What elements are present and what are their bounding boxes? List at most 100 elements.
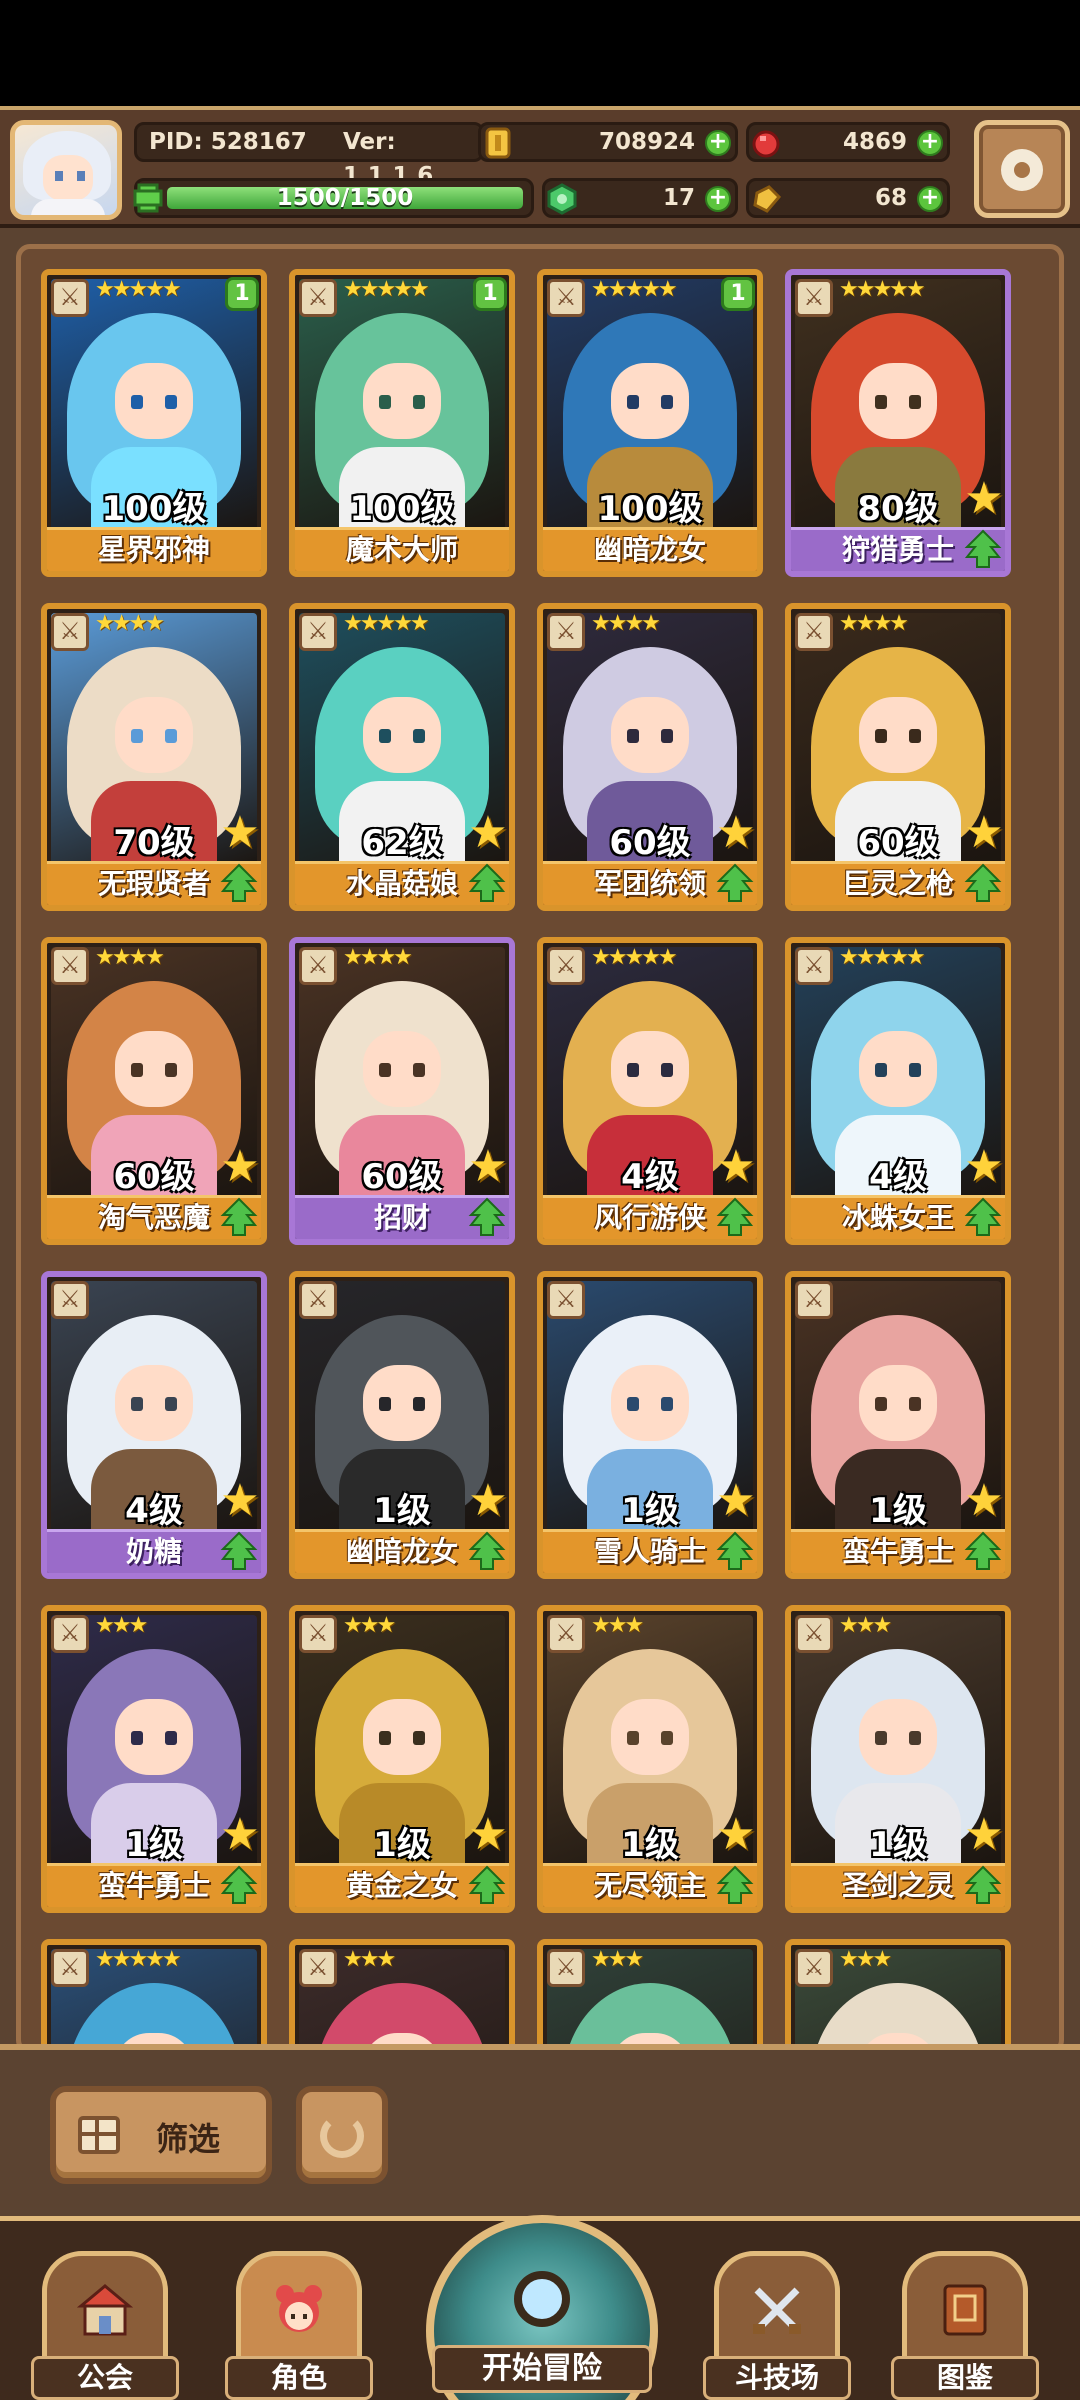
- gold-pouch-icon: [753, 185, 782, 213]
- refresh-icon: [320, 2114, 364, 2158]
- character-card[interactable]: ⚔ ★★★★★ 80级 狩猎勇士 ★: [785, 269, 1011, 577]
- ruby-value: 4869: [842, 129, 907, 155]
- add-item-button[interactable]: +: [917, 186, 943, 212]
- add-ruby-button[interactable]: +: [917, 130, 943, 156]
- character-card[interactable]: ⚔ ★★★★★ 1 100级 魔术大师: [289, 269, 515, 577]
- star-rating: ★★★★★: [95, 277, 182, 302]
- star-rating: ★★★★★: [591, 945, 678, 970]
- star-upgrade-icon: ★: [964, 1141, 1004, 1192]
- character-card[interactable]: ⚔ ★★★ 1级 黄金之女 ★: [289, 1605, 515, 1913]
- add-gold-button[interactable]: +: [705, 130, 731, 156]
- weapon-icon: ⚔: [795, 1281, 833, 1319]
- star-rating: ★★★★: [591, 611, 661, 636]
- nav-characters-label: 角色: [225, 2356, 373, 2400]
- star-rating: ★★★★★: [343, 611, 430, 636]
- star-rating: ★★★★: [95, 611, 165, 636]
- star-rating: ★★★★★: [343, 277, 430, 302]
- bow-icon: ⚔: [547, 947, 585, 985]
- nav-characters[interactable]: 角色: [225, 2251, 373, 2400]
- character-card[interactable]: ⚔ 1级 幽暗龙女 ★: [289, 1271, 515, 1579]
- star-upgrade-icon: ★: [220, 1141, 260, 1192]
- character-face-icon: [276, 2285, 322, 2332]
- star-upgrade-icon: ★: [468, 1475, 508, 1526]
- nav-arena-label: 斗技场: [703, 2356, 851, 2400]
- star-rating: ★★★: [839, 1947, 892, 1972]
- nav-start-adventure[interactable]: 开始冒险: [422, 2215, 662, 2400]
- character-card[interactable]: ⚔ ★★★: [289, 1939, 515, 2049]
- character-card[interactable]: ⚔ 1级 雪人骑士 ★: [537, 1271, 763, 1579]
- weapon-icon: ⚔: [299, 1615, 337, 1653]
- star-upgrade-icon: ★: [964, 807, 1004, 858]
- level-up-arrow-icon: [964, 1531, 1002, 1570]
- character-card[interactable]: ⚔ ★★★★★ 4级 风行游侠 ★: [537, 937, 763, 1245]
- weapon-icon: ⚔: [547, 1281, 585, 1319]
- character-card[interactable]: ⚔ ★★★: [785, 1939, 1011, 2049]
- star-rating: ★★★: [591, 1613, 644, 1638]
- character-card[interactable]: ⚔ ★★★★ 60级 巨灵之枪 ★: [785, 603, 1011, 911]
- filter-button[interactable]: 筛选: [50, 2086, 272, 2184]
- character-card[interactable]: ⚔ ★★★★ 70级 无瑕贤者 ★: [41, 603, 267, 911]
- character-grid[interactable]: ⚔ ★★★★★ 1 100级 星界邪神 ⚔ ★★★★★ 1 100级 魔术大师 ⚔ ★★★★★ 1 100…: [16, 244, 1064, 2054]
- star-rating: ★★★★: [839, 611, 909, 636]
- level-up-arrow-icon: [964, 529, 1002, 568]
- settings-button[interactable]: [974, 120, 1070, 218]
- level-up-arrow-icon: [468, 1197, 506, 1236]
- player-avatar[interactable]: [10, 120, 122, 220]
- status-bar: [0, 0, 1080, 106]
- nav-arena[interactable]: 斗技场: [703, 2251, 851, 2400]
- bow-icon: ⚔: [795, 947, 833, 985]
- character-level: 100级: [349, 489, 455, 529]
- character-card[interactable]: ⚔ 4级 奶糖 ★: [41, 1271, 267, 1579]
- gold-counter: 708924 +: [478, 122, 738, 162]
- weapon-icon: ⚔: [299, 1281, 337, 1319]
- weapon-icon: ⚔: [51, 279, 89, 317]
- add-gem-button[interactable]: +: [705, 186, 731, 212]
- stamina-icon: [133, 183, 163, 213]
- character-card[interactable]: ⚔ ★★★★★ 62级 水晶菇娘 ★: [289, 603, 515, 911]
- weapon-icon: ⚔: [547, 613, 585, 651]
- refresh-button[interactable]: [296, 2086, 388, 2184]
- character-card[interactable]: ⚔ ★★★★★: [41, 1939, 267, 2049]
- level-up-arrow-icon: [964, 863, 1002, 902]
- ruby-icon: [752, 130, 780, 158]
- nav-guild[interactable]: 公会: [31, 2251, 179, 2400]
- filter-label: 筛选: [156, 2120, 221, 2158]
- character-card[interactable]: ⚔ ★★★ 1级 无尽领主 ★: [537, 1605, 763, 1913]
- character-panel: ⚔ ★★★★★ 1 100级 星界邪神 ⚔ ★★★★★ 1 100级 魔术大师 ⚔ ★★★★★ 1 100…: [0, 228, 1080, 2058]
- character-card[interactable]: ⚔ ★★★★★ 1 100级 星界邪神: [41, 269, 267, 577]
- star-rating: ★★★: [839, 1613, 892, 1638]
- character-card[interactable]: ⚔ ★★★★★ 1 100级 幽暗龙女: [537, 269, 763, 577]
- star-rating: ★★★★: [95, 945, 165, 970]
- character-card[interactable]: ⚔ ★★★★ 60级 招财 ★: [289, 937, 515, 1245]
- character-card[interactable]: ⚔ ★★★★★ 4级 冰蛛女王 ★: [785, 937, 1011, 1245]
- magic-icon: ⚔: [299, 947, 337, 985]
- level-up-arrow-icon: [964, 1865, 1002, 1904]
- character-card[interactable]: ⚔ ★★★ 1级 圣剑之灵 ★: [785, 1605, 1011, 1913]
- star-upgrade-icon: ★: [468, 1141, 508, 1192]
- player-id: PID: 528167: [149, 129, 307, 155]
- character-card[interactable]: ⚔ ★★★★ 60级 淘气恶魔 ★: [41, 937, 267, 1245]
- level-up-arrow-icon: [716, 1531, 754, 1570]
- character-card[interactable]: ⚔ 1级 蛮牛勇士 ★: [785, 1271, 1011, 1579]
- weapon-icon: ⚔: [547, 279, 585, 317]
- level-up-arrow-icon: [964, 1197, 1002, 1236]
- stamina-bar: 1500/1500: [133, 178, 534, 218]
- gem-value: 17: [662, 185, 695, 211]
- nav-codex[interactable]: 图鉴: [891, 2251, 1039, 2400]
- character-name: 星界邪神: [47, 527, 261, 571]
- level-up-arrow-icon: [220, 1865, 258, 1904]
- character-card[interactable]: ⚔ ★★★★ 60级 军团统领 ★: [537, 603, 763, 911]
- character-name: 幽暗龙女: [543, 527, 757, 571]
- star-rating: ★★★★★: [839, 945, 926, 970]
- item-counter: 68 +: [746, 178, 950, 218]
- character-card[interactable]: ⚔ ★★★ 1级 蛮牛勇士 ★: [41, 1605, 267, 1913]
- character-card[interactable]: ⚔ ★★★: [537, 1939, 763, 2049]
- level-up-arrow-icon: [716, 1865, 754, 1904]
- star-upgrade-icon: ★: [220, 1809, 260, 1860]
- weapon-icon: ⚔: [51, 947, 89, 985]
- ruby-counter: 4869 +: [746, 122, 950, 162]
- item-value: 68: [874, 185, 907, 211]
- weapon-icon: ⚔: [299, 1949, 337, 1987]
- nav-adventure-label: 开始冒险: [432, 2345, 652, 2393]
- weapon-icon: ⚔: [299, 613, 337, 651]
